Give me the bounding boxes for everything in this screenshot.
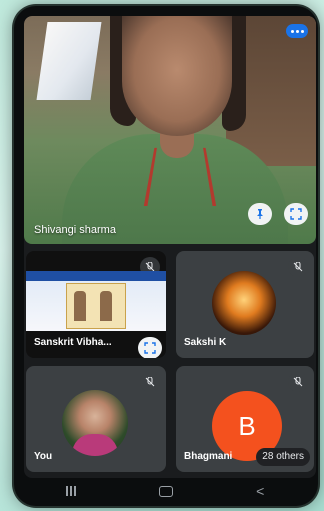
- meeting-screen: Shivangi sharma Sanskrit Vibha... Sakshi…: [24, 16, 316, 478]
- avatar: [62, 390, 128, 456]
- slide-header-bar: [26, 271, 166, 281]
- system-nav-bar: <: [24, 480, 306, 502]
- mic-off-icon: [288, 372, 308, 392]
- others-count-badge[interactable]: 28 others: [256, 448, 310, 466]
- recents-icon[interactable]: [65, 486, 76, 496]
- participant-name: You: [34, 451, 53, 462]
- mic-off-icon: [288, 257, 308, 277]
- participant-tile-bhagmani[interactable]: B Bhagmani 28 others: [176, 366, 314, 472]
- pin-button[interactable]: [248, 203, 272, 225]
- slide-figure: [100, 291, 112, 321]
- participant-name: Sanskrit Vibha...: [34, 337, 112, 348]
- shared-screen-thumbnail: [26, 271, 166, 331]
- participant-name: Sakshi K: [184, 337, 227, 348]
- fullscreen-button[interactable]: [138, 337, 162, 358]
- participant-tile-you[interactable]: You: [26, 366, 166, 472]
- phone-body: Shivangi sharma Sanskrit Vibha... Sakshi…: [14, 6, 318, 506]
- fullscreen-icon: [144, 342, 156, 354]
- slide-figure: [74, 291, 86, 321]
- fullscreen-button[interactable]: [284, 203, 308, 225]
- fullscreen-icon: [290, 208, 302, 220]
- main-participant-tile[interactable]: Shivangi sharma: [24, 16, 316, 244]
- device-frame: Shivangi sharma Sanskrit Vibha... Sakshi…: [0, 0, 324, 511]
- background-window: [36, 22, 102, 100]
- participant-tile-sakshi[interactable]: Sakshi K: [176, 251, 314, 358]
- participant-tile-sanskrit[interactable]: Sanskrit Vibha...: [26, 251, 166, 358]
- audio-active-icon: [286, 24, 308, 38]
- avatar: [212, 271, 276, 335]
- participant-name: Bhagmani: [184, 451, 233, 462]
- avatar-clothing: [72, 434, 118, 456]
- main-participant-name: Shivangi sharma: [34, 224, 116, 236]
- mic-off-icon: [140, 372, 160, 392]
- home-icon[interactable]: [158, 485, 173, 497]
- participant-video-face: [122, 16, 232, 136]
- pin-icon: [257, 209, 263, 219]
- back-icon[interactable]: <: [256, 484, 264, 498]
